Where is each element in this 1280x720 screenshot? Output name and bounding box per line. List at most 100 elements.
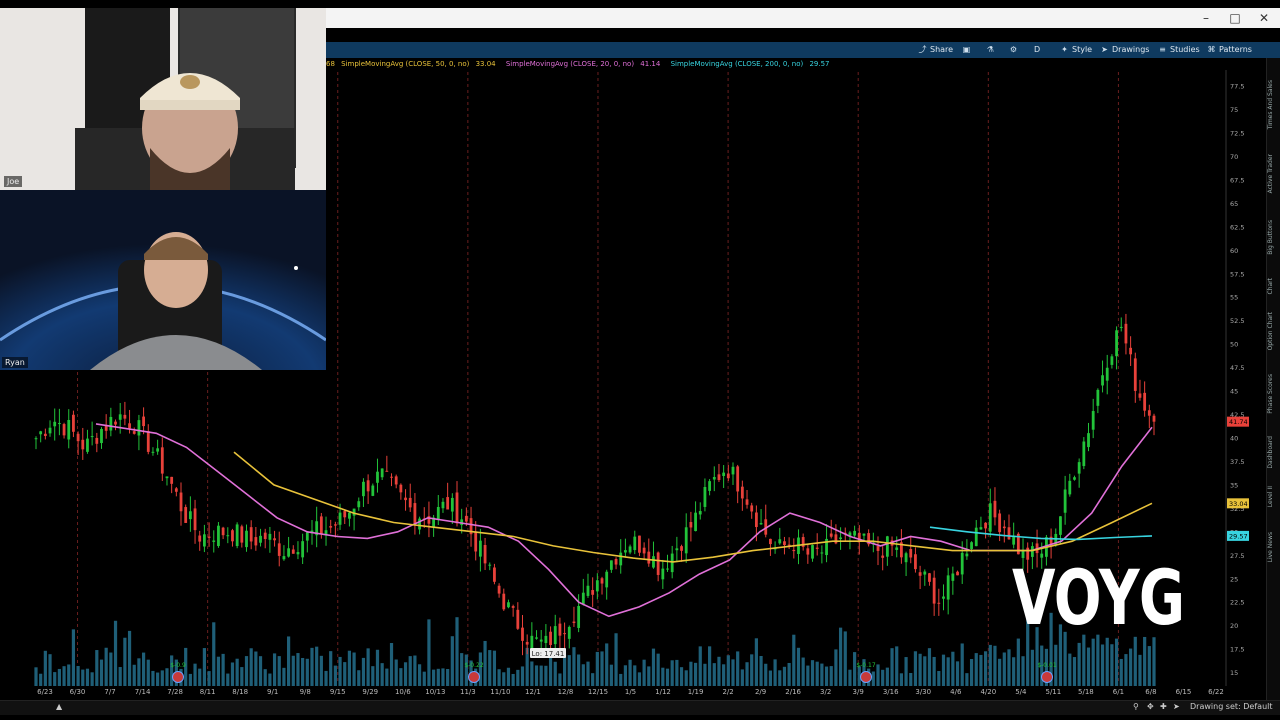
rail-tab-big-buttons[interactable]: Big Buttons <box>1267 220 1279 255</box>
volume-bar <box>160 670 164 686</box>
y-tick-label: 55 <box>1230 294 1238 302</box>
volume-bar <box>1077 642 1081 686</box>
candle-body <box>862 533 866 536</box>
scroll-left-icon[interactable]: ▲ <box>56 702 62 711</box>
volume-bar <box>450 636 454 686</box>
toolbar-item-style[interactable]: ✦ Style <box>1060 43 1092 57</box>
dividend-label: $-0.17 <box>856 662 876 669</box>
close-icon[interactable]: ✕ <box>1252 10 1276 26</box>
minimize-icon[interactable]: – <box>1194 10 1218 26</box>
toolbar-item-studies[interactable]: ≡ Studies <box>1158 43 1200 57</box>
x-tick-label: 10/6 <box>395 688 411 696</box>
rail-tab-phase-scores[interactable]: Phase Scores <box>1267 374 1279 414</box>
rail-tab-times-and-sales[interactable]: Times And Sales <box>1267 80 1279 129</box>
candle-body <box>974 527 978 547</box>
volume-bar <box>955 661 960 686</box>
volume-bar <box>202 648 207 686</box>
earnings-marker[interactable] <box>1041 671 1053 683</box>
zoom-icon[interactable]: ⚲ <box>1133 702 1139 711</box>
candle-body <box>563 633 566 635</box>
volume-bar <box>165 668 169 686</box>
pointer-icon[interactable]: ➤ <box>1173 702 1180 711</box>
candle-body <box>726 473 730 479</box>
candle-body <box>689 522 693 528</box>
volume-bar <box>904 657 908 686</box>
rail-tab-dashboard[interactable]: Dashboard <box>1267 436 1279 469</box>
volume-bar <box>558 673 562 686</box>
candle-body <box>600 578 604 584</box>
candle-body <box>362 481 365 497</box>
candle-body <box>198 535 202 542</box>
volume-bar <box>95 650 99 686</box>
volume-bar <box>651 648 656 686</box>
volume-bar <box>226 673 230 686</box>
drawing-set-label[interactable]: Drawing set: Default <box>1190 702 1273 711</box>
volume-bar <box>703 663 707 686</box>
toolbar-item-screen-icon[interactable]: ▣ <box>962 43 974 57</box>
low-label: Lo: 17.41 <box>532 650 565 658</box>
volume-bar <box>1119 658 1123 686</box>
candle-body <box>525 641 529 645</box>
rail-tab-live-news[interactable]: Live News <box>1267 532 1279 562</box>
volume-bar <box>853 652 857 686</box>
candle-body <box>942 596 945 599</box>
candle-body <box>946 575 950 600</box>
x-tick-label: 12/15 <box>588 688 608 696</box>
webcam-ryan-video <box>0 190 326 370</box>
volume-bar <box>441 668 445 686</box>
toolbar-item-label: Share <box>930 45 954 54</box>
candle-body <box>530 635 534 649</box>
volume-bar <box>759 655 763 686</box>
candle-body <box>478 540 482 557</box>
x-tick-label: 5/4 <box>1015 688 1027 696</box>
crosshair-icon[interactable]: ✚ <box>1160 702 1167 711</box>
earnings-marker[interactable] <box>860 671 872 683</box>
y-tick-label: 75 <box>1230 106 1238 114</box>
volume-bar <box>333 665 337 686</box>
candle-body <box>656 552 660 575</box>
x-tick-label: 3/9 <box>853 688 864 696</box>
volume-bar <box>838 627 843 686</box>
study-sma50-label[interactable]: SimpleMovingAvg (CLOSE, 50, 0, no) <box>341 60 469 68</box>
rail-tab-active-trader[interactable]: Active Trader <box>1267 154 1279 193</box>
x-tick-label: 7/14 <box>135 688 151 696</box>
volume-bar <box>188 673 192 686</box>
move-icon[interactable]: ✥ <box>1147 702 1154 711</box>
candle-body <box>217 525 220 547</box>
toolbar-item-flask-icon[interactable]: ⚗ <box>986 43 998 57</box>
candle-body <box>184 507 188 523</box>
toolbar-item-patterns[interactable]: ⌘ Patterns <box>1207 43 1252 57</box>
candle-body <box>661 568 665 580</box>
volume-bar <box>291 655 295 686</box>
volume-bar <box>1086 647 1091 686</box>
maximize-icon[interactable]: □ <box>1223 10 1247 26</box>
rail-tab-level-ii[interactable]: Level II <box>1267 486 1279 507</box>
candle-body <box>507 602 510 608</box>
toolbar-item-share[interactable]: ⤴ Share <box>918 43 954 57</box>
study-sma200-label[interactable]: SimpleMovingAvg (CLOSE, 200, 0, no) <box>671 60 804 68</box>
volume-bar <box>417 664 422 686</box>
candle-body <box>1096 389 1100 406</box>
status-bar: ▲ ⚲ ✥ ✚ ➤ Drawing set: Default <box>0 700 1280 715</box>
volume-bar <box>1096 634 1100 686</box>
earnings-marker[interactable] <box>172 671 184 683</box>
study-prefix: 68 <box>326 60 335 68</box>
toolbar-item-drawings[interactable]: ➤ Drawings <box>1100 43 1149 57</box>
toolbar-item-d[interactable]: D <box>1034 43 1040 57</box>
toolbar-item-label: Style <box>1072 45 1093 54</box>
candle-body <box>815 547 819 549</box>
study-sma20-label[interactable]: SimpleMovingAvg (CLOSE, 20, 0, no) <box>506 60 634 68</box>
volume-bar <box>403 662 408 686</box>
toolbar-item-gear-icon[interactable]: ⚙ <box>1009 43 1021 57</box>
candle-body <box>567 626 571 639</box>
volume-bar <box>39 673 43 686</box>
candle-body <box>1068 480 1072 495</box>
volume-bar <box>567 655 571 686</box>
earnings-marker[interactable] <box>468 671 480 683</box>
volume-bar <box>1091 638 1095 686</box>
study-sma20-value: 41.14 <box>640 60 661 68</box>
volume-bar <box>34 667 38 686</box>
rail-tab-option-chart[interactable]: Option Chart <box>1267 312 1279 350</box>
webcam-joe-video <box>0 8 326 190</box>
rail-tab-chart[interactable]: Chart <box>1267 278 1279 295</box>
